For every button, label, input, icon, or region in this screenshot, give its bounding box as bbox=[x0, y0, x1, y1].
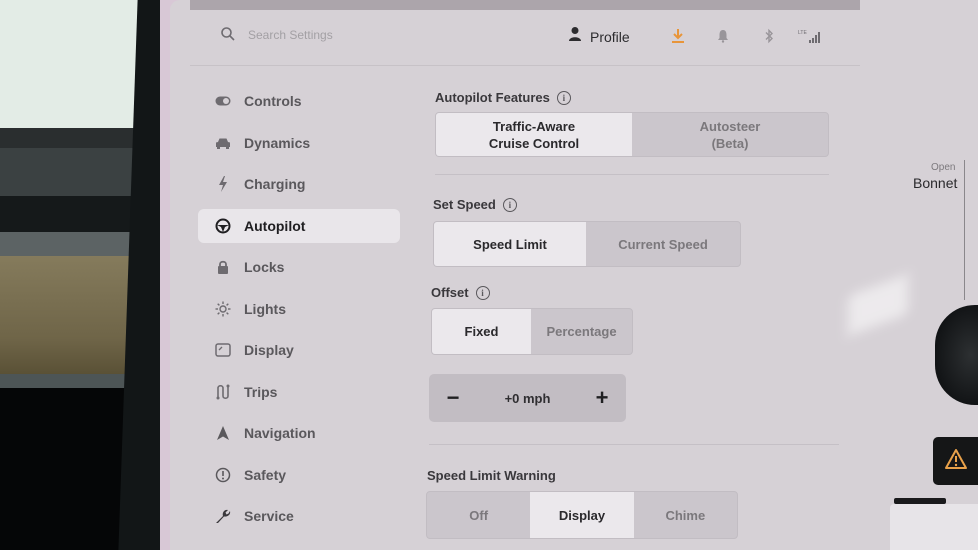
trips-icon bbox=[214, 383, 232, 401]
speed-limit-warning-title: Speed Limit Warning bbox=[427, 468, 836, 483]
wrench-icon bbox=[214, 507, 232, 525]
sidebar-item-label: Autopilot bbox=[244, 217, 306, 234]
sidebar-item-locks[interactable]: Locks bbox=[198, 250, 400, 284]
svg-text:LTE: LTE bbox=[798, 30, 807, 36]
sidebar-item-autopilot[interactable]: Autopilot bbox=[198, 208, 400, 243]
lock-icon bbox=[214, 258, 232, 276]
background-trim bbox=[0, 128, 150, 148]
warning-triangle-icon bbox=[944, 448, 968, 475]
navigation-arrow-icon bbox=[214, 424, 232, 442]
section-title-text: Set Speed bbox=[433, 197, 496, 212]
sidebar-item-trips[interactable]: Trips bbox=[198, 375, 400, 409]
section-title-text: Offset bbox=[431, 285, 469, 300]
divider bbox=[435, 174, 829, 175]
info-icon[interactable]: i bbox=[556, 90, 571, 105]
set-speed-selector: Speed Limit Current Speed bbox=[433, 221, 741, 267]
sun-icon bbox=[214, 300, 232, 318]
option-fixed[interactable]: Fixed bbox=[432, 309, 531, 354]
option-traffic-aware-cruise-control[interactable]: Traffic-Aware Cruise Control bbox=[436, 113, 632, 156]
open-label: Open bbox=[931, 162, 956, 173]
section-title-text: Speed Limit Warning bbox=[427, 468, 556, 483]
toggle-icon bbox=[214, 92, 232, 110]
speed-limit-warning-selector: Off Display Chime bbox=[426, 491, 738, 539]
autopilot-settings-panel: Autopilot Features i Traffic-Aware Cruise… bbox=[426, 90, 839, 539]
download-icon[interactable] bbox=[670, 28, 686, 44]
sidebar-item-lights[interactable]: Lights bbox=[198, 292, 400, 326]
sidebar-item-label: Charging bbox=[244, 176, 306, 192]
person-icon bbox=[568, 26, 582, 47]
sidebar-item-label: Controls bbox=[244, 93, 302, 109]
sidebar-item-label: Navigation bbox=[244, 425, 316, 441]
sidebar-item-service[interactable]: Service bbox=[198, 499, 400, 533]
info-icon[interactable]: i bbox=[475, 285, 490, 300]
divider bbox=[429, 444, 839, 445]
profile-label: Profile bbox=[590, 28, 630, 45]
autopilot-features-title: Autopilot Features i bbox=[435, 90, 836, 105]
autopilot-features-selector: Traffic-Aware Cruise Control Autosteer (Be… bbox=[435, 112, 829, 157]
bottom-card bbox=[890, 504, 978, 550]
search-icon bbox=[220, 26, 236, 42]
set-speed-title: Set Speed i bbox=[433, 197, 836, 212]
sidebar-item-label: Trips bbox=[244, 383, 278, 400]
decrease-offset-button[interactable]: − bbox=[441, 385, 465, 410]
sidebar-item-safety[interactable]: Safety bbox=[198, 458, 400, 492]
sidebar-item-label: Dynamics bbox=[244, 134, 311, 151]
option-chime[interactable]: Chime bbox=[634, 492, 737, 538]
offset-value: +0 mph bbox=[504, 390, 551, 406]
option-percentage[interactable]: Percentage bbox=[531, 309, 632, 354]
bell-icon[interactable] bbox=[715, 28, 731, 44]
option-label: Autosteer bbox=[699, 118, 761, 134]
option-display[interactable]: Display bbox=[530, 492, 634, 538]
bluetooth-icon[interactable] bbox=[761, 28, 777, 44]
settings-header: Profile LTE bbox=[190, 12, 860, 66]
sidebar-item-display[interactable]: Display bbox=[198, 333, 400, 367]
option-label: Cruise Control bbox=[488, 135, 580, 151]
background-trim bbox=[0, 196, 150, 232]
section-title-text: Autopilot Features bbox=[435, 90, 550, 105]
increase-offset-button[interactable]: + bbox=[590, 385, 614, 410]
open-bonnet-button[interactable]: Bonnet bbox=[913, 175, 957, 191]
sidebar-item-charging[interactable]: Charging bbox=[198, 167, 400, 201]
sidebar-item-label: Lights bbox=[244, 300, 286, 317]
settings-sidebar: Controls Dynamics Charging Autopilot Loc… bbox=[198, 84, 400, 541]
offset-stepper: − +0 mph + bbox=[429, 374, 626, 422]
profile-button[interactable]: Profile bbox=[568, 26, 630, 47]
background-trim bbox=[0, 232, 150, 256]
bonnet-pointer-line bbox=[964, 160, 965, 300]
steering-wheel-icon bbox=[214, 217, 232, 235]
search-settings-input[interactable] bbox=[248, 26, 448, 44]
option-label: (Beta) bbox=[711, 135, 749, 151]
car-icon bbox=[214, 134, 232, 152]
option-autosteer-beta[interactable]: Autosteer (Beta) bbox=[632, 113, 828, 156]
sidebar-item-dynamics[interactable]: Dynamics bbox=[198, 126, 400, 160]
map-strip bbox=[190, 0, 860, 10]
option-speed-limit[interactable]: Speed Limit bbox=[434, 222, 586, 266]
offset-title: Offset i bbox=[431, 285, 836, 300]
bolt-icon bbox=[214, 175, 232, 193]
sidebar-item-label: Locks bbox=[244, 259, 285, 275]
alert-circle-icon bbox=[214, 466, 232, 484]
sidebar-item-label: Display bbox=[244, 342, 294, 358]
option-label: Traffic-Aware bbox=[492, 118, 576, 134]
info-icon[interactable]: i bbox=[502, 197, 517, 212]
option-off[interactable]: Off bbox=[427, 492, 530, 538]
sidebar-item-label: Safety bbox=[244, 466, 287, 483]
display-icon bbox=[214, 341, 232, 359]
offset-selector: Fixed Percentage bbox=[431, 308, 633, 355]
sidebar-item-navigation[interactable]: Navigation bbox=[198, 416, 400, 450]
sidebar-item-controls[interactable]: Controls bbox=[198, 84, 400, 118]
warning-button[interactable] bbox=[933, 437, 978, 485]
sidebar-item-label: Service bbox=[244, 508, 294, 524]
background-window bbox=[0, 0, 150, 128]
option-current-speed[interactable]: Current Speed bbox=[586, 222, 740, 266]
lte-signal-icon: LTE bbox=[798, 28, 824, 44]
background-trim bbox=[0, 148, 150, 196]
